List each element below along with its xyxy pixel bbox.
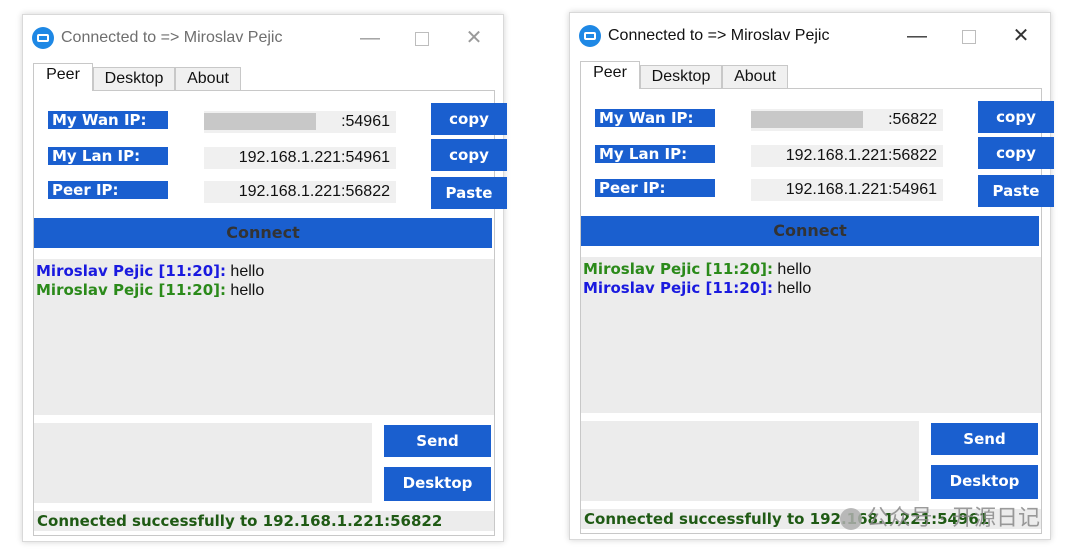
message-input[interactable]: [581, 421, 919, 501]
peer-panel: My Wan IP: :54961 copy My Lan IP: 192.16…: [33, 90, 507, 536]
wechat-icon: [840, 508, 863, 531]
lan-ip-field: 192.168.1.221:54961: [204, 147, 396, 169]
title-bar[interactable]: Connected to => Miroslav Pejic — ✕: [23, 15, 503, 61]
tab-about[interactable]: About: [175, 67, 241, 90]
tab-about[interactable]: About: [722, 65, 788, 88]
desktop-button[interactable]: Desktop: [931, 465, 1038, 499]
wan-ip-label: My Wan IP:: [48, 111, 168, 129]
title-bar[interactable]: Connected to => Miroslav Pejic — ✕: [570, 13, 1050, 59]
copy-wan-button[interactable]: copy: [431, 103, 507, 135]
connect-button[interactable]: Connect: [581, 216, 1039, 246]
copy-lan-button[interactable]: copy: [431, 139, 507, 171]
tab-desktop[interactable]: Desktop: [93, 67, 175, 90]
peer-ip-label: Peer IP:: [48, 181, 168, 199]
peer-ip-field[interactable]: 192.168.1.221:56822: [204, 181, 396, 203]
redacted-ip: [204, 113, 316, 130]
redacted-ip: [751, 111, 863, 128]
peer-panel: My Wan IP: :56822 copy My Lan IP: 192.16…: [580, 88, 1054, 534]
lan-ip-label: My Lan IP:: [595, 145, 715, 163]
lan-ip-field: 192.168.1.221:56822: [751, 145, 943, 167]
send-button[interactable]: Send: [931, 423, 1038, 455]
message-sender: Miroslav Pejic [11:20]:: [583, 279, 773, 297]
window-title: Connected to => Miroslav Pejic: [608, 27, 830, 44]
tab-peer[interactable]: Peer: [33, 63, 93, 91]
copy-lan-button[interactable]: copy: [978, 137, 1054, 169]
wan-ip-field: :56822: [751, 109, 943, 131]
paste-button[interactable]: Paste: [978, 175, 1054, 207]
maximize-icon[interactable]: [954, 23, 984, 49]
minimize-icon[interactable]: —: [355, 25, 385, 51]
wan-ip-port: :56822: [888, 111, 937, 128]
chat-message: Miroslav Pejic [11:20]: hello: [36, 262, 492, 281]
chat-message: Miroslav Pejic [11:20]: hello: [583, 260, 1039, 279]
message-text: hello: [772, 280, 812, 297]
chat-log[interactable]: Miroslav Pejic [11:20]: hello Miroslav P…: [581, 257, 1041, 413]
message-sender: Miroslav Pejic [11:20]:: [36, 281, 226, 299]
message-text: hello: [772, 261, 812, 278]
lan-ip-label: My Lan IP:: [48, 147, 168, 165]
message-sender: Miroslav Pejic [11:20]:: [583, 260, 773, 278]
app-icon: [579, 25, 601, 47]
desktop-button[interactable]: Desktop: [384, 467, 491, 501]
message-input[interactable]: [34, 423, 372, 503]
minimize-icon[interactable]: —: [902, 23, 932, 49]
chat-message: Miroslav Pejic [11:20]: hello: [583, 279, 1039, 298]
peer-ip-field[interactable]: 192.168.1.221:54961: [751, 179, 943, 201]
wan-ip-label: My Wan IP:: [595, 109, 715, 127]
send-button[interactable]: Send: [384, 425, 491, 457]
peer-window-left: Connected to => Miroslav Pejic — ✕ Peer …: [22, 14, 507, 542]
chat-log[interactable]: Miroslav Pejic [11:20]: hello Miroslav P…: [34, 259, 494, 415]
app-icon: [32, 27, 54, 49]
wan-ip-field: :54961: [204, 111, 396, 133]
peer-window-right: Connected to => Miroslav Pejic — ✕ Peer …: [569, 12, 1054, 540]
watermark-text: 公众号 · 开源日记: [866, 505, 1040, 530]
peer-ip-label: Peer IP:: [595, 179, 715, 197]
paste-button[interactable]: Paste: [431, 177, 507, 209]
wan-ip-port: :54961: [341, 113, 390, 130]
chat-message: Miroslav Pejic [11:20]: hello: [36, 281, 492, 300]
message-text: hello: [225, 263, 265, 280]
window-title: Connected to => Miroslav Pejic: [61, 29, 283, 46]
status-bar: Connected successfully to 192.168.1.221:…: [34, 511, 494, 531]
close-icon[interactable]: ✕: [1006, 23, 1036, 49]
tab-peer[interactable]: Peer: [580, 61, 640, 89]
close-icon[interactable]: ✕: [459, 25, 489, 51]
message-sender: Miroslav Pejic [11:20]:: [36, 262, 226, 280]
copy-wan-button[interactable]: copy: [978, 101, 1054, 133]
maximize-icon[interactable]: [407, 25, 437, 51]
watermark: 公众号 · 开源日记: [840, 500, 1040, 532]
tab-desktop[interactable]: Desktop: [640, 65, 722, 88]
message-text: hello: [225, 282, 265, 299]
connect-button[interactable]: Connect: [34, 218, 492, 248]
